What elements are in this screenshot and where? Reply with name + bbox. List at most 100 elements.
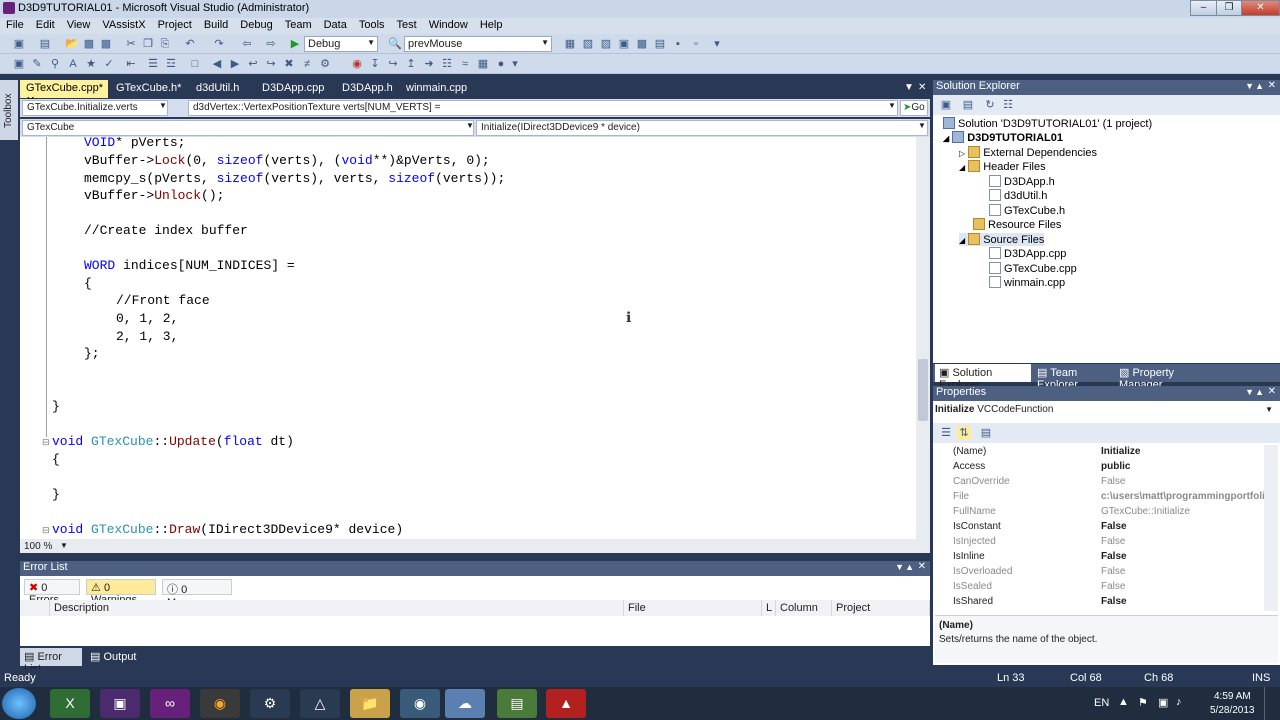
action-center-icon[interactable]: ⚑ <box>1138 696 1148 709</box>
tab-list-dropdown-icon[interactable]: ▼ <box>904 82 914 93</box>
menu-view[interactable]: View <box>61 18 97 31</box>
copy-icon[interactable]: ❐ <box>141 37 155 51</box>
menu-data[interactable]: Data <box>318 18 353 31</box>
decrease-indent-icon[interactable]: ⇤ <box>124 57 138 71</box>
acrobat-taskbar-icon[interactable]: ▲ <box>546 689 586 718</box>
menu-test[interactable]: Test <box>391 18 423 31</box>
toolbar-overflow-icon-2[interactable]: ▾ <box>508 57 522 71</box>
cut-icon[interactable]: ✂ <box>124 37 138 51</box>
errors-filter-button[interactable]: ✖ 0 Errors <box>24 579 80 606</box>
bookmark-next-icon[interactable]: ▶ <box>228 57 242 71</box>
tab-solution-explorer[interactable]: ▣ Solution Explorer <box>935 364 1031 391</box>
property-row[interactable]: IsInline False <box>935 550 1263 565</box>
tree-file-gtexcube-cpp[interactable]: GTexCube.cpp <box>989 262 1077 275</box>
dropdown-icon[interactable]: ▼ <box>1245 81 1254 91</box>
tree-header-files[interactable]: ◢ Header Files <box>959 160 1046 173</box>
explorer-taskbar-icon[interactable]: 📁 <box>350 689 390 718</box>
class-diagram-icon[interactable]: ☷ <box>1001 98 1015 112</box>
property-row[interactable]: Access public <box>935 460 1263 475</box>
tab-team-explorer[interactable]: ▤ Team Explorer <box>1033 364 1115 391</box>
hex-display-icon[interactable]: ☷ <box>440 57 454 71</box>
menu-tools[interactable]: Tools <box>353 18 391 31</box>
close-document-icon[interactable]: ✕ <box>918 82 926 93</box>
go-button[interactable]: ➤Go <box>900 100 928 116</box>
add-item-icon[interactable]: ▤ <box>38 37 52 51</box>
team-explorer-icon[interactable]: ▤ <box>653 37 667 51</box>
tree-external-dependencies[interactable]: ▷ External Dependencies <box>959 146 1097 159</box>
property-value[interactable]: public <box>1101 461 1266 472</box>
class-select[interactable]: GTexCube <box>22 120 474 136</box>
tree-file-winmain-cpp[interactable]: winmain.cpp <box>989 276 1065 289</box>
refactor-icon[interactable]: ✎ <box>30 57 44 71</box>
find-references-icon[interactable]: ⚲ <box>48 57 62 71</box>
property-row[interactable]: (Name) Initialize <box>935 445 1263 460</box>
network-icon[interactable]: ▣ <box>1158 696 1168 709</box>
tab-winmain-cpp[interactable]: winmain.cpp <box>400 80 480 98</box>
property-row[interactable]: File c:\users\matt\programmingportfoli <box>935 490 1265 505</box>
properties-icon[interactable]: ▣ <box>939 98 953 112</box>
property-row[interactable]: IsSealed False <box>935 580 1263 595</box>
chart-app-taskbar-icon[interactable]: ▤ <box>497 689 537 718</box>
tab-gtexcube-h[interactable]: GTexCube.h* <box>110 80 190 98</box>
clear-bookmarks-icon[interactable]: ✖ <box>282 57 296 71</box>
save-all-icon[interactable]: ▩ <box>99 37 113 51</box>
bookmark-folder-prev-icon[interactable]: ↩ <box>246 57 260 71</box>
find-combo[interactable]: prevMouse ▼ <box>404 36 552 52</box>
menu-team[interactable]: Team <box>279 18 318 31</box>
auto-hide-icon[interactable]: ▲ <box>905 562 914 572</box>
comment-icon[interactable]: ☰ <box>146 57 160 71</box>
column-project[interactable]: Project <box>832 600 930 616</box>
alphabetical-icon[interactable]: ⇅ <box>957 426 971 440</box>
input-language[interactable]: EN <box>1094 697 1109 709</box>
rename-icon[interactable]: A <box>66 57 80 71</box>
menu-project[interactable]: Project <box>152 18 198 31</box>
undo-icon[interactable]: ↶ <box>183 37 197 51</box>
close-panel-icon[interactable]: ✕ <box>918 561 926 572</box>
menu-help[interactable]: Help <box>474 18 509 31</box>
collapse-icon[interactable]: ⊟ <box>42 437 50 448</box>
close-window-button[interactable]: ✕ <box>1241 0 1280 16</box>
spell-check-icon[interactable]: ✓ <box>102 57 116 71</box>
refresh-icon[interactable]: ↻ <box>983 98 997 112</box>
navigate-forward-icon[interactable]: ⇨ <box>264 37 278 51</box>
show-hidden-icons-icon[interactable]: ▲ <box>1118 696 1129 708</box>
tree-file-d3dutil-h[interactable]: d3dUtil.h <box>989 189 1047 202</box>
property-pages-icon[interactable]: ▤ <box>979 426 993 440</box>
pin-icon[interactable]: ▲ <box>1255 387 1264 397</box>
code-editor[interactable]: VOID* pVerts; vBuffer->Lock(0, sizeof(ve… <box>20 137 916 539</box>
property-row[interactable]: IsShared False <box>935 595 1263 610</box>
new-project-icon[interactable]: ▣ <box>12 37 26 51</box>
class-view-icon[interactable]: ▩ <box>635 37 649 51</box>
solution-configuration-select[interactable]: Debug ▼ <box>304 36 378 52</box>
paste-icon[interactable]: ⎘ <box>158 37 172 51</box>
bookmark-folder-next-icon[interactable]: ↪ <box>264 57 278 71</box>
menu-file[interactable]: File <box>0 18 30 31</box>
tab-error-list[interactable]: ▤ Error List <box>20 648 82 675</box>
dropdown-icon[interactable]: ▼ <box>1245 387 1254 397</box>
column-file[interactable]: File <box>624 600 762 616</box>
app-taskbar-icon[interactable]: ☁ <box>445 689 485 718</box>
tree-resource-files[interactable]: Resource Files <box>973 218 1061 231</box>
editor-vertical-scrollbar[interactable] <box>916 137 930 539</box>
step-over-icon[interactable]: ↪ <box>386 57 400 71</box>
property-row[interactable]: IsConstant False <box>935 520 1263 535</box>
symbol-context-select[interactable]: GTexCube.Initialize.verts <box>22 100 168 116</box>
navigate-backward-icon[interactable]: ⇦ <box>240 37 254 51</box>
menu-debug[interactable]: Debug <box>234 18 278 31</box>
start-page-icon[interactable]: ▪ <box>671 37 685 51</box>
pin-icon[interactable]: ▲ <box>1255 81 1264 91</box>
uncomment-icon[interactable]: ☲ <box>164 57 178 71</box>
categorized-icon[interactable]: ☰ <box>939 426 953 440</box>
unity-taskbar-icon[interactable]: △ <box>300 689 340 718</box>
save-icon[interactable]: ▩ <box>82 37 96 51</box>
tree-solution[interactable]: Solution 'D3D9TUTORIAL01' (1 project) <box>943 117 1152 130</box>
scroll-thumb[interactable] <box>918 359 928 421</box>
clock-date[interactable]: 5/28/2013 <box>1210 705 1255 716</box>
vax-icon[interactable]: ★ <box>84 57 98 71</box>
open-file-icon[interactable]: 📂 <box>65 37 79 51</box>
breakpoint-icon[interactable]: ◉ <box>350 57 364 71</box>
format-icon[interactable]: ≠ <box>300 57 314 71</box>
extension-manager-icon[interactable]: ▫ <box>689 37 703 51</box>
menu-vassistx[interactable]: VAssistX <box>96 18 151 31</box>
object-browser-icon[interactable]: ▨ <box>599 37 613 51</box>
